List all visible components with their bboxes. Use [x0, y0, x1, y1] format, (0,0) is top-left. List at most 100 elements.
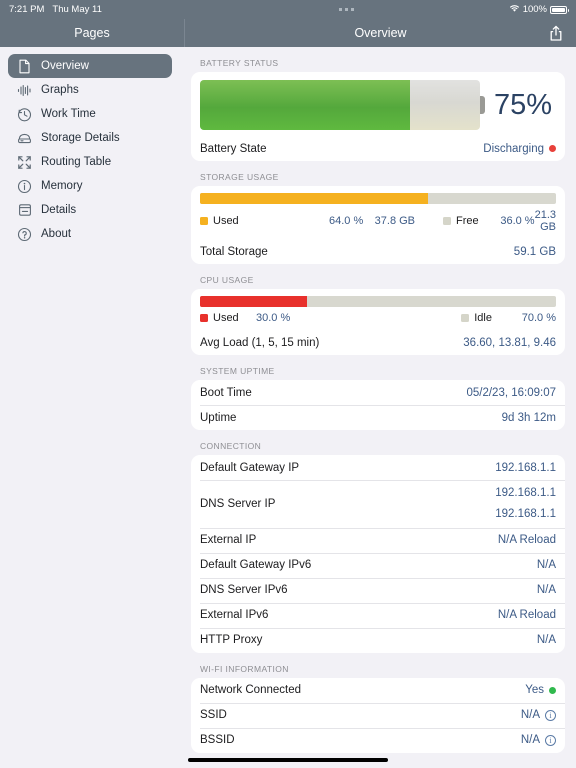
- sidebar-item-details[interactable]: Details: [8, 198, 172, 222]
- navigation-bar: Pages Overview: [0, 19, 576, 47]
- battery-percent-label: 75%: [493, 88, 552, 121]
- sidebar-item-routing-table[interactable]: Routing Table: [8, 150, 172, 174]
- info-icon[interactable]: i: [545, 734, 556, 746]
- cpu-legend-used: Used: [200, 312, 256, 324]
- connection-card: Default Gateway IP 192.168.1.1 DNS Serve…: [191, 455, 565, 653]
- legend-swatch: [200, 314, 208, 322]
- cpu-used-percent: 30.0 %: [256, 312, 291, 324]
- sidebar-title: Pages: [0, 19, 185, 47]
- battery-status-card: 75% Battery State Discharging: [191, 72, 565, 161]
- legend-swatch: [200, 217, 208, 225]
- battery-state-value: Discharging: [483, 142, 544, 155]
- network-connected-row: Network Connected Yes: [191, 678, 565, 703]
- info-icon[interactable]: i: [545, 709, 556, 721]
- sidebar-item-about[interactable]: About: [8, 222, 172, 246]
- uptime-row: Uptime 9d 3h 12m: [191, 405, 565, 430]
- default-gateway-ip-row: Default Gateway IP 192.168.1.1: [191, 455, 565, 480]
- row-value: N/A i: [521, 734, 556, 746]
- sidebar-item-storage-details[interactable]: Storage Details: [8, 126, 172, 150]
- status-bar-date: Thu May 11: [52, 4, 102, 15]
- storage-usage-bar: [200, 193, 556, 204]
- total-storage-row: Total Storage 59.1 GB: [191, 239, 565, 264]
- storage-used-percent: 64.0 %: [329, 215, 364, 227]
- battery-icon: [550, 5, 569, 14]
- row-value: 05/2/23, 16:09:07: [466, 386, 556, 399]
- battery-gauge-row: 75%: [191, 72, 565, 136]
- sidebar-item-label: Routing Table: [41, 156, 112, 168]
- external-ip-reload-button[interactable]: N/A Reload: [498, 534, 556, 546]
- main-nav: Overview: [185, 19, 576, 47]
- row-value: 36.60, 13.81, 9.46: [463, 336, 556, 349]
- external-ipv6-row: External IPv6 N/A Reload: [191, 602, 565, 628]
- row-value: N/A i: [521, 709, 556, 721]
- clock-arrow-icon: [17, 107, 32, 122]
- row-value: N/A: [536, 584, 556, 597]
- row-label: Default Gateway IP: [200, 461, 300, 474]
- row-label: External IPv6: [200, 609, 269, 622]
- status-dot-icon: [549, 686, 556, 694]
- storage-used-size: 37.8 GB: [374, 215, 416, 227]
- cpu-usage-bar: [200, 296, 556, 307]
- legend-swatch: [443, 217, 452, 225]
- row-value: 59.1 GB: [513, 245, 556, 258]
- row-label: SSID: [200, 709, 227, 722]
- sidebar: Overview Graphs Work Time Storage Detail…: [0, 47, 180, 768]
- status-bar-battery-percent: 100%: [522, 4, 547, 15]
- row-label: Default Gateway IPv6: [200, 559, 312, 572]
- default-gateway-ipv6-row: Default Gateway IPv6 N/A: [191, 552, 565, 578]
- section-header-wifi-information: WI-FI INFORMATION: [200, 663, 289, 674]
- sidebar-item-graphs[interactable]: Graphs: [8, 78, 172, 102]
- sidebar-item-overview[interactable]: Overview: [8, 54, 172, 78]
- row-label: Network Connected: [200, 684, 301, 697]
- row-value: Discharging: [483, 143, 556, 155]
- battery-gauge-fill: [200, 80, 410, 130]
- waveform-icon: [17, 83, 32, 98]
- battery-gauge: [200, 80, 485, 130]
- row-label: BSSID: [200, 734, 235, 747]
- storage-legend-used: Used: [200, 215, 272, 227]
- row-label: Battery State: [200, 142, 267, 155]
- system-uptime-card: Boot Time 05/2/23, 16:09:07 Uptime 9d 3h…: [191, 380, 565, 430]
- storage-used-segment: [200, 193, 428, 204]
- section-header-system-uptime: SYSTEM UPTIME: [200, 366, 275, 376]
- dns-server-ip-2: 192.168.1.1: [495, 508, 556, 521]
- main-content: BATTERY STATUS 75% Battery State Dischar…: [180, 47, 576, 768]
- share-icon[interactable]: [546, 23, 566, 43]
- multitasking-handle-icon[interactable]: [339, 8, 355, 11]
- dns-server-ip-row: DNS Server IP 192.168.1.1 192.168.1.1: [191, 480, 565, 528]
- sidebar-item-label: Storage Details: [41, 132, 120, 144]
- cpu-used-segment: [200, 296, 307, 307]
- document-icon: [17, 59, 32, 74]
- row-label: Boot Time: [200, 386, 252, 399]
- status-dot-icon: [549, 145, 556, 152]
- row-label: Avg Load (1, 5, 15 min): [200, 336, 320, 349]
- cpu-usage-card: Used 30.0 % Idle 70.0 % Avg Load (1, 5, …: [191, 289, 565, 355]
- row-label: DNS Server IP: [200, 497, 276, 510]
- battery-state-row: Battery State Discharging: [191, 136, 565, 161]
- row-label: DNS Server IPv6: [200, 584, 288, 597]
- dns-server-ip-1: 192.168.1.1: [495, 487, 556, 499]
- legend-label: Used: [213, 215, 239, 227]
- bssid-value: N/A: [520, 734, 540, 747]
- list-box-icon: [17, 203, 32, 218]
- ssid-value: N/A: [520, 709, 540, 722]
- storage-bar-wrap: [191, 186, 565, 206]
- section-header-cpu-usage: CPU USAGE: [200, 275, 254, 285]
- row-value: N/A: [536, 634, 556, 647]
- status-bar-time: 7:21 PM: [9, 4, 45, 15]
- sidebar-item-work-time[interactable]: Work Time: [8, 102, 172, 126]
- row-value: 192.168.1.1 192.168.1.1: [495, 485, 556, 523]
- battery-terminal-icon: [480, 96, 485, 114]
- sidebar-item-label: Overview: [41, 60, 89, 72]
- avg-load-row: Avg Load (1, 5, 15 min) 36.60, 13.81, 9.…: [191, 330, 565, 355]
- page-title: Overview: [354, 26, 407, 40]
- storage-legend-free: Free: [415, 215, 483, 227]
- external-ipv6-reload-button[interactable]: N/A Reload: [498, 609, 556, 621]
- sidebar-item-memory[interactable]: Memory: [8, 174, 172, 198]
- status-bar-center: [185, 8, 509, 11]
- status-bar: 7:21 PM Thu May 11 100%: [0, 0, 576, 19]
- sidebar-item-label: Memory: [41, 180, 83, 192]
- row-value: 9d 3h 12m: [501, 411, 556, 424]
- home-indicator[interactable]: [188, 758, 388, 762]
- row-label: HTTP Proxy: [200, 634, 263, 647]
